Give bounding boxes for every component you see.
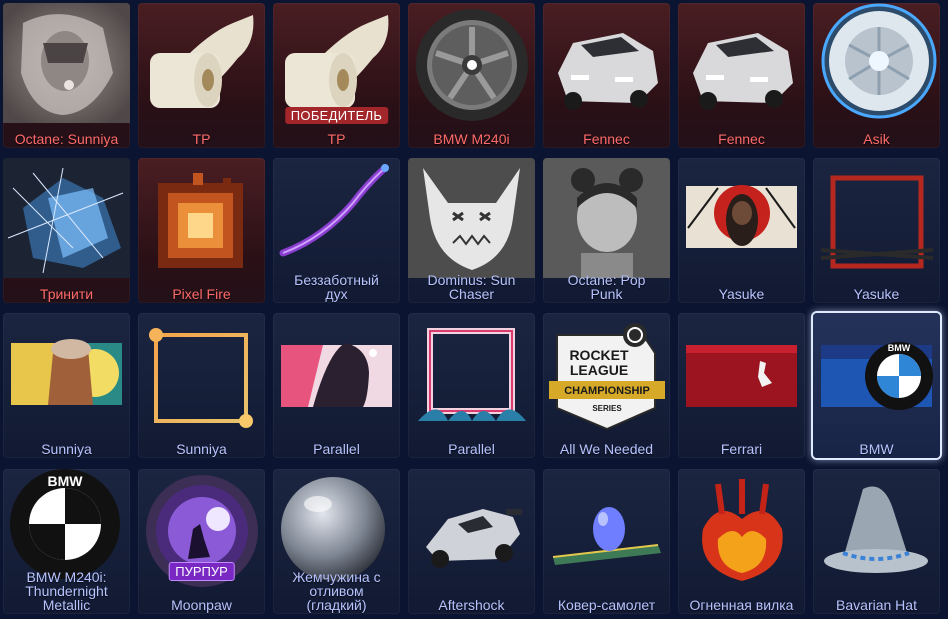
- bmw-logo-text: BMW: [48, 473, 84, 489]
- decal-thumbnail: [3, 3, 130, 123]
- carpet-egg-thumbnail: [543, 469, 670, 589]
- item-tile[interactable]: Parallel: [408, 313, 535, 458]
- item-name: BMW: [859, 441, 894, 457]
- item-tile[interactable]: Bavarian Hat: [813, 469, 940, 614]
- item-tile[interactable]: Беззаботный дух: [273, 158, 400, 303]
- item-name: TP: [192, 131, 211, 147]
- decal-thumbnail: [408, 158, 535, 278]
- wheel-thumbnail: [813, 3, 940, 123]
- item-name: Parallel: [313, 441, 360, 457]
- toilet-paper-topper: [138, 3, 265, 123]
- car-body-thumbnail: [678, 3, 805, 123]
- item-tile[interactable]: ПУРПУР Moonpaw: [138, 469, 265, 614]
- rlcs-series-text: SERIES: [592, 404, 622, 413]
- toilet-paper-topper: [273, 3, 400, 123]
- item-tile[interactable]: Pixel Fire: [138, 158, 265, 303]
- item-name: Огненная вилка: [689, 597, 794, 613]
- banner-thumbnail: [678, 313, 805, 433]
- hat-thumbnail: [813, 469, 940, 589]
- item-name: Ferrari: [720, 441, 763, 457]
- paint-badge: ПУРПУР: [168, 562, 235, 581]
- item-name: Yasuke: [853, 286, 900, 302]
- fire-fork-thumbnail: [678, 469, 805, 589]
- car-body-thumbnail: [543, 3, 670, 123]
- item-tile[interactable]: Огненная вилка: [678, 469, 805, 614]
- wheel-thumbnail: [408, 3, 535, 123]
- inventory-grid: Octane: Sunniya TP ПОБЕДИТЕЛЬ TP BMW M24…: [0, 0, 948, 619]
- item-name: Тринити: [39, 286, 94, 302]
- rlcs-league-text: LEAGUE: [570, 362, 628, 378]
- banner-thumbnail: BMW: [813, 313, 940, 433]
- banner-thumbnail: [3, 313, 130, 433]
- rlcs-rocket-text: ROCKET: [569, 347, 629, 363]
- item-name: TP: [327, 131, 346, 147]
- trail-thumbnail: [273, 158, 400, 278]
- avatar-border-thumbnail: [408, 313, 535, 433]
- avatar-border-thumbnail: [813, 158, 940, 278]
- item-name: Octane: Sunniya: [14, 131, 119, 147]
- item-tile[interactable]: Жемчужина с отливом (гладкий): [273, 469, 400, 614]
- item-tile[interactable]: Parallel: [273, 313, 400, 458]
- item-name: BMW M240i: Thundernight Metallic: [25, 569, 108, 613]
- item-tile[interactable]: Aftershock: [408, 469, 535, 614]
- item-name: Dominus: Sun Chaser: [427, 272, 516, 302]
- item-name: Parallel: [448, 441, 495, 457]
- banner-thumbnail: [273, 313, 400, 433]
- item-tile[interactable]: TP: [138, 3, 265, 148]
- item-name: Fennec: [583, 131, 630, 147]
- item-tile[interactable]: Octane: Pop Punk: [543, 158, 670, 303]
- item-name: Sunniya: [41, 441, 92, 457]
- item-name: Жемчужина с отливом (гладкий): [292, 569, 381, 613]
- item-name: Bavarian Hat: [836, 597, 917, 613]
- goal-explosion-thumbnail: [3, 158, 130, 278]
- item-name: Octane: Pop Punk: [567, 272, 646, 302]
- bmw-logo-text: BMW: [888, 343, 911, 353]
- decal-thumbnail: [543, 158, 670, 278]
- item-tile[interactable]: Тринити: [3, 158, 130, 303]
- item-name: Беззаботный дух: [294, 272, 379, 302]
- item-name: Ковер-самолет: [557, 597, 656, 613]
- item-tile[interactable]: Ferrari: [678, 313, 805, 458]
- item-tile[interactable]: Asik: [813, 3, 940, 148]
- banner-thumbnail: [678, 158, 805, 278]
- rlcs-logo: ROCKET LEAGUE CHAMPIONSHIP SERIES: [543, 313, 670, 433]
- pixel-fire-thumbnail: [138, 158, 265, 278]
- item-tile[interactable]: ПОБЕДИТЕЛЬ TP: [273, 3, 400, 148]
- item-name: Sunniya: [176, 441, 227, 457]
- item-tile[interactable]: Yasuke: [678, 158, 805, 303]
- item-name: Yasuke: [718, 286, 765, 302]
- item-tile[interactable]: Yasuke: [813, 158, 940, 303]
- item-tile[interactable]: BMW BMW M240i: Thundernight Metallic: [3, 469, 130, 614]
- item-tile[interactable]: Fennec: [543, 3, 670, 148]
- winner-badge: ПОБЕДИТЕЛЬ: [284, 107, 389, 124]
- item-name: Aftershock: [438, 597, 505, 613]
- item-tile[interactable]: Fennec: [678, 3, 805, 148]
- item-name: Asik: [863, 131, 890, 147]
- item-tile[interactable]: Sunniya: [138, 313, 265, 458]
- item-name: Moonpaw: [171, 597, 232, 613]
- avatar-border-thumbnail: [138, 313, 265, 433]
- rlcs-championship-text: CHAMPIONSHIP: [564, 385, 650, 397]
- item-tile[interactable]: Octane: Sunniya: [3, 3, 130, 148]
- item-tile-selected[interactable]: BMW BMW: [813, 313, 940, 458]
- item-tile[interactable]: Sunniya: [3, 313, 130, 458]
- item-name: Pixel Fire: [172, 286, 231, 302]
- car-body-thumbnail: [408, 469, 535, 589]
- item-tile[interactable]: Dominus: Sun Chaser: [408, 158, 535, 303]
- item-tile[interactable]: BMW M240i: [408, 3, 535, 148]
- item-tile[interactable]: Ковер-самолет: [543, 469, 670, 614]
- item-name: All We Needed: [559, 441, 654, 457]
- item-tile[interactable]: ROCKET LEAGUE CHAMPIONSHIP SERIES All We…: [543, 313, 670, 458]
- item-name: Fennec: [718, 131, 765, 147]
- item-name: BMW M240i: [433, 131, 510, 147]
